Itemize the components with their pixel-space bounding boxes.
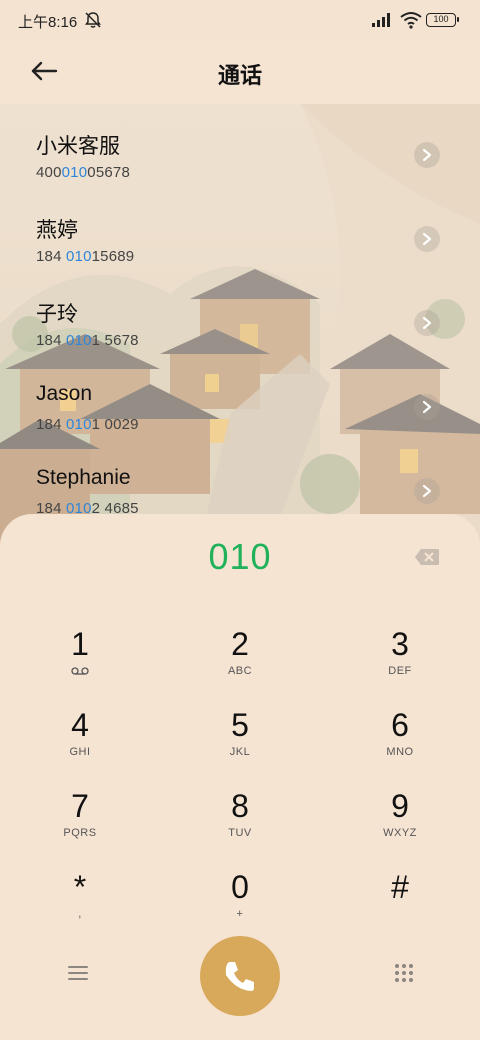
contact-number: 184 0101 0029 — [36, 416, 139, 433]
signal-icon — [372, 13, 390, 27]
dial-key-1[interactable]: 1 — [20, 626, 140, 696]
dialpad-toggle-icon[interactable] — [394, 963, 414, 983]
dialed-number[interactable]: 010 — [0, 536, 480, 578]
contact-number: 184 0101 5678 — [36, 332, 139, 349]
dial-key-6[interactable]: 6 MNO — [340, 707, 460, 777]
dial-key-2[interactable]: 2 ABC — [180, 626, 300, 696]
chevron-right-icon — [422, 232, 432, 246]
contact-detail-button[interactable] — [414, 310, 440, 336]
contact-name: 子玲 — [36, 303, 78, 326]
contact-row[interactable]: Jason 184 0101 0029 — [0, 372, 480, 456]
contact-row[interactable]: 燕婷 184 01015689 — [0, 204, 480, 288]
status-bar: 上午8:16 100 — [0, 0, 480, 40]
chevron-right-icon — [422, 316, 432, 330]
menu-icon[interactable] — [66, 962, 90, 984]
phone-icon — [225, 962, 254, 991]
battery-icon: 100 — [426, 13, 459, 27]
contact-detail-button[interactable] — [414, 478, 440, 504]
dial-key-4[interactable]: 4 GHI — [20, 707, 140, 777]
call-button[interactable] — [200, 936, 280, 1016]
status-time: 上午8:16 — [18, 14, 78, 31]
chevron-right-icon — [422, 484, 432, 498]
contact-name: 燕婷 — [36, 219, 78, 242]
contact-name: Jason — [36, 382, 93, 405]
wifi-icon — [400, 12, 422, 29]
contact-name: 小米客服 — [36, 135, 120, 158]
page-title: 通话 — [217, 63, 262, 88]
dial-key-0[interactable]: 0 + — [180, 869, 300, 939]
dial-key-9[interactable]: 9 WXYZ — [340, 788, 460, 858]
contact-number: 184 01015689 — [36, 248, 135, 265]
contact-number: 40001005678 — [36, 164, 130, 181]
mute-bell-icon — [85, 12, 101, 28]
contact-row[interactable]: 小米客服 40001005678 — [0, 120, 480, 204]
contact-detail-button[interactable] — [414, 226, 440, 252]
dial-key-5[interactable]: 5 JKL — [180, 707, 300, 777]
dialpad-sheet: 010 1 2 ABC 3 DEF 4 GHI 5 JKL 6 MNO 7 PQ… — [0, 514, 480, 1040]
contact-name: Stephanie — [36, 466, 131, 489]
voicemail-icon — [71, 667, 89, 675]
dial-key-3[interactable]: 3 DEF — [340, 626, 460, 696]
contact-row[interactable]: 子玲 184 0101 5678 — [0, 288, 480, 372]
app-header: 通话 — [0, 40, 480, 104]
dial-key-7[interactable]: 7 PQRS — [20, 788, 140, 858]
contact-detail-button[interactable] — [414, 394, 440, 420]
contact-suggestions: 小米客服 40001005678 燕婷 184 01015689 子玲 184 … — [0, 104, 480, 544]
backspace-icon[interactable] — [414, 548, 440, 566]
chevron-right-icon — [422, 400, 432, 414]
dial-key-hash[interactable]: # — [340, 869, 460, 939]
chevron-right-icon — [422, 148, 432, 162]
dial-key-star[interactable]: * , — [20, 869, 140, 939]
dial-key-8[interactable]: 8 TUV — [180, 788, 300, 858]
contact-detail-button[interactable] — [414, 142, 440, 168]
